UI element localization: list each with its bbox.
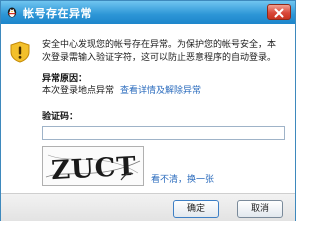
dialog-footer: 确定 取消 xyxy=(1,193,295,221)
qq-penguin-icon xyxy=(7,7,17,18)
view-details-link[interactable]: 查看详情及解除异常 xyxy=(120,85,201,97)
captcha-input[interactable] xyxy=(42,126,285,140)
refresh-captcha-link[interactable]: 看不清，换一张 xyxy=(151,174,214,186)
captcha-label: 验证码： xyxy=(42,112,79,122)
dialog-title: 帐号存在异常 xyxy=(23,7,92,20)
account-exception-dialog: 帐号存在异常 安全中心发现您的帐号存在异常。为保护您的帐号安全，本 次登录需输入… xyxy=(0,0,296,221)
captcha-image[interactable]: ZUCT xyxy=(42,146,144,186)
close-icon xyxy=(274,8,284,18)
cancel-button[interactable]: 取消 xyxy=(237,200,283,218)
dialog-body: 安全中心发现您的帐号存在异常。为保护您的帐号安全，本 次登录需输入验证字符，这可… xyxy=(1,24,295,193)
reason-heading: 异常原因： xyxy=(42,74,88,84)
title-bar[interactable]: 帐号存在异常 xyxy=(1,1,295,24)
captcha-graphic: ZUCT xyxy=(45,152,141,186)
message-line-1: 安全中心发现您的帐号存在异常。为保护您的帐号安全，本 xyxy=(42,40,277,50)
ok-button[interactable]: 确定 xyxy=(173,200,219,218)
warning-shield-icon xyxy=(10,41,30,63)
message-line-2: 次登录需输入验证字符，这可以防止恶意程序的自动登录。 xyxy=(42,53,277,63)
captcha-text: ZUCT xyxy=(50,152,137,185)
close-button[interactable] xyxy=(267,4,291,20)
reason-text: 本次登录地点异常 xyxy=(42,86,115,96)
